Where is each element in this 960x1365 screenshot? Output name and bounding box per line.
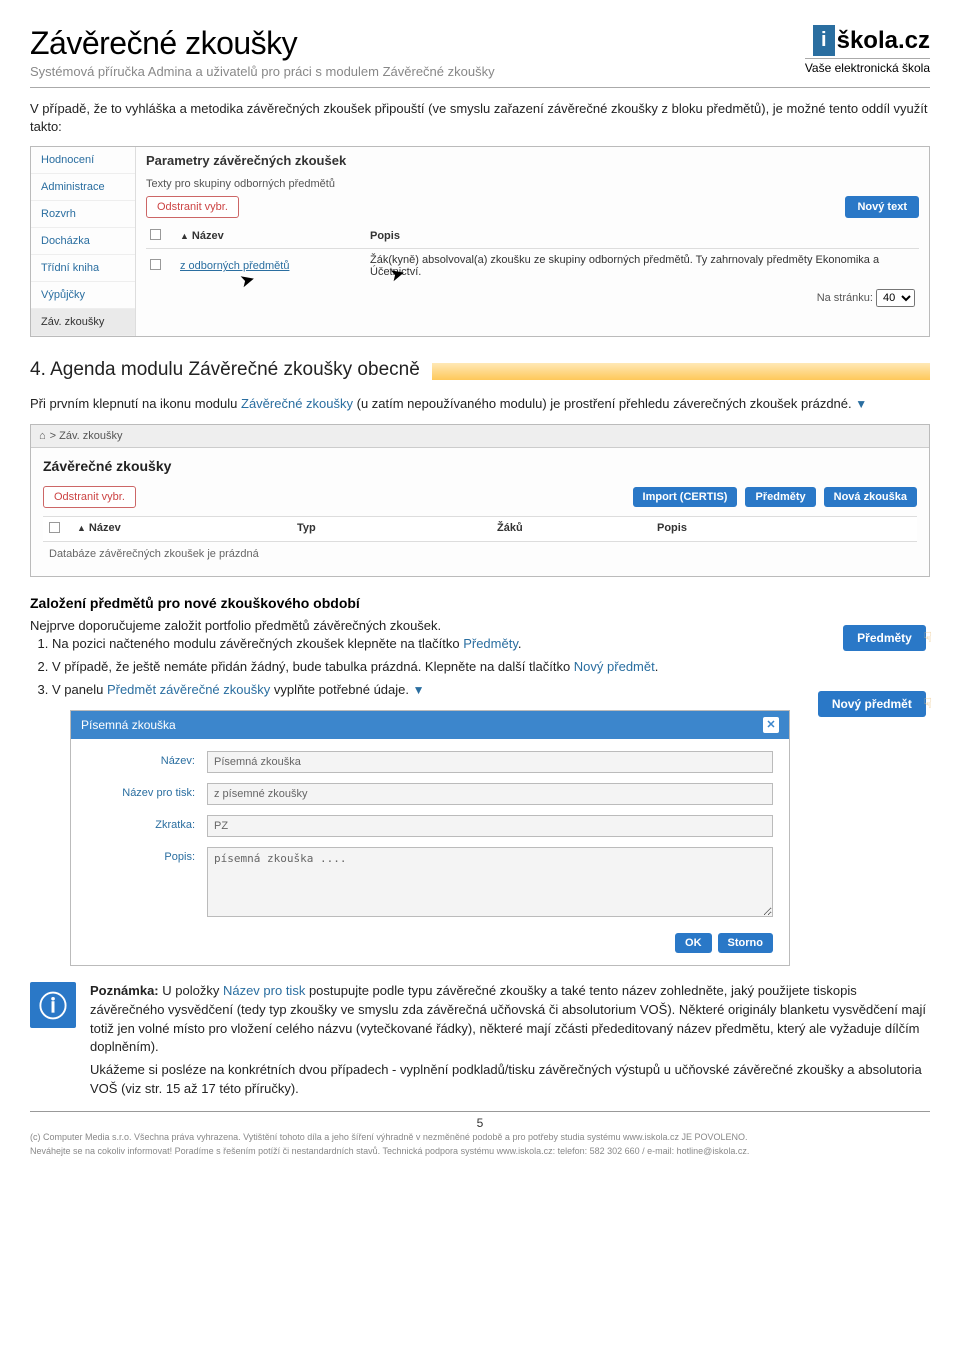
cancel-button[interactable]: Storno: [718, 933, 773, 953]
subjects-button[interactable]: Předměty: [843, 625, 926, 651]
pager-select[interactable]: 40: [876, 289, 915, 307]
col-name-header[interactable]: Název: [192, 230, 224, 242]
table2-header: ▲Název Typ Žáků Popis: [43, 516, 917, 542]
sidebar-item-dochazka[interactable]: Docházka: [31, 228, 135, 255]
pager-label: Na stránku:: [817, 292, 873, 304]
close-icon[interactable]: ✕: [763, 717, 779, 733]
screenshot-parametry: Hodnocení Administrace Rozvrh Docházka T…: [30, 146, 930, 337]
import-certis-button[interactable]: Import (CERTIS): [633, 487, 738, 507]
sidebar-item-tridni-kniha[interactable]: Třídní kniha: [31, 255, 135, 282]
chapter-heading: 4. Agenda modulu Závěrečné zkoušky obecn…: [30, 359, 930, 381]
sidebar-item-zav-zkousky[interactable]: Záv. zkoušky: [31, 309, 135, 336]
label-desc: Popis:: [87, 847, 207, 863]
col-students: Žáků: [497, 522, 657, 536]
step-2: V případě, že ještě nemáte přidán žádný,…: [52, 658, 930, 677]
row-name-link[interactable]: z odborných předmětů: [180, 260, 289, 272]
input-name[interactable]: [207, 751, 773, 773]
pager: Na stránku: 40: [146, 283, 919, 309]
new-text-button[interactable]: Nový text: [845, 196, 919, 218]
sidebar-nav: Hodnocení Administrace Rozvrh Docházka T…: [31, 147, 136, 336]
float-new-subject-button-wrap: Nový předmět ☟: [818, 691, 932, 717]
info-paragraph-1: Poznámka: U položky Název pro tisk postu…: [90, 982, 930, 1057]
down-arrow-icon: ▼: [855, 397, 867, 411]
col-desc: Popis: [657, 522, 911, 536]
info-note: ⓘ Poznámka: U položky Název pro tisk pos…: [30, 982, 930, 1099]
new-subject-button[interactable]: Nový předmět: [818, 691, 926, 717]
page-subtitle: Systémová příručka Admina a uživatelů pr…: [30, 64, 495, 79]
ok-button[interactable]: OK: [675, 933, 712, 953]
input-abbr[interactable]: [207, 815, 773, 837]
remove-selected-button[interactable]: Odstranit vybr.: [146, 196, 239, 218]
sort-asc-icon[interactable]: ▲: [77, 523, 86, 533]
block-heading: Založení předmětů pro nové zkouškového o…: [30, 595, 930, 611]
chapter-number: 4.: [30, 359, 46, 380]
row-checkbox[interactable]: [150, 259, 161, 270]
step-3: V panelu Předmět závěrečné zkoušky vyplň…: [52, 681, 930, 700]
textarea-desc[interactable]: písemná zkouška ....: [207, 847, 773, 917]
sidebar-item-hodnoceni[interactable]: Hodnocení: [31, 147, 135, 174]
label-name: Název:: [87, 751, 207, 767]
subjects-button[interactable]: Předměty: [745, 487, 815, 507]
logo: i škola.cz Vaše elektronická škola: [805, 25, 930, 75]
label-abbr: Zkratka:: [87, 815, 207, 831]
sidebar-item-rozvrh[interactable]: Rozvrh: [31, 201, 135, 228]
col-desc-header: Popis: [370, 230, 915, 242]
instructions-block: Předměty ☟ Nový předmět ☟ Založení předm…: [30, 595, 930, 700]
logo-tagline: Vaše elektronická škola: [805, 58, 930, 75]
page-number: 5: [30, 1111, 930, 1130]
logo-i-icon: i: [813, 25, 835, 56]
down-arrow-icon: ▼: [413, 683, 425, 697]
sort-asc-icon[interactable]: ▲: [180, 231, 189, 241]
hand-cursor-icon: ☟: [923, 695, 932, 712]
logo-text: škola.cz: [837, 27, 930, 55]
panel2-title: Závěrečné zkoušky: [43, 458, 917, 474]
page-title: Závěrečné zkoušky: [30, 25, 495, 62]
select-all-checkbox[interactable]: [150, 229, 161, 240]
table-header: ▲Název Popis: [146, 224, 919, 249]
modal-dialog: Písemná zkouška ✕ Název: Název pro tisk:…: [70, 710, 790, 966]
info-paragraph-2: Ukážeme si posléze na konkrétních dvou p…: [90, 1061, 930, 1099]
float-subjects-button-wrap: Předměty ☟: [843, 625, 932, 651]
sidebar-item-vypujcky[interactable]: Výpůjčky: [31, 282, 135, 309]
hand-cursor-icon: ☟: [923, 629, 932, 646]
step-1: Na pozici načteného modulu závěrečných z…: [52, 635, 930, 654]
remove-selected-button[interactable]: Odstranit vybr.: [43, 486, 136, 508]
section-title: Parametry závěrečných zkoušek: [146, 153, 919, 168]
intro-paragraph: V případě, že to vyhláška a metodika záv…: [30, 100, 930, 136]
screenshot-zav-zkousky-empty: ⌂> Záv. zkoušky Závěrečné zkoušky Odstra…: [30, 424, 930, 577]
chapter-title: Agenda modulu Závěrečné zkoušky obecně: [50, 359, 420, 380]
footer-support: Neváhejte se na cokoliv informovat! Pora…: [30, 1146, 930, 1158]
modal-title: Písemná zkouška: [81, 718, 176, 732]
new-exam-button[interactable]: Nová zkouška: [824, 487, 917, 507]
home-icon[interactable]: ⌂: [39, 430, 46, 442]
sidebar-item-administrace[interactable]: Administrace: [31, 174, 135, 201]
chapter-paragraph: Při prvním klepnutí na ikonu modulu Závě…: [30, 395, 930, 413]
label-print-name: Název pro tisk:: [87, 783, 207, 799]
empty-table-message: Databáze závěrečných zkoušek je prázdná: [43, 542, 917, 566]
col-type: Typ: [297, 522, 497, 536]
footer-copyright: (c) Computer Media s.r.o. Všechna práva …: [30, 1132, 930, 1144]
link-inline: Závěrečné zkoušky: [241, 396, 353, 411]
breadcrumb: ⌂> Záv. zkoušky: [31, 425, 929, 448]
col-name[interactable]: Název: [89, 522, 121, 534]
info-icon: ⓘ: [30, 982, 76, 1028]
section-sublabel: Texty pro skupiny odborných předmětů: [146, 178, 919, 190]
table-row: z odborných předmětů ➤ Žák(kyně) absolvo…: [146, 249, 919, 283]
row-desc-text: Žák(kyně) absolvoval(a) zkoušku ze skupi…: [370, 254, 879, 278]
divider: [30, 87, 930, 88]
block-intro: Nejprve doporučujeme založit portfolio p…: [30, 617, 930, 636]
input-print-name[interactable]: [207, 783, 773, 805]
select-all-checkbox[interactable]: [49, 522, 60, 533]
